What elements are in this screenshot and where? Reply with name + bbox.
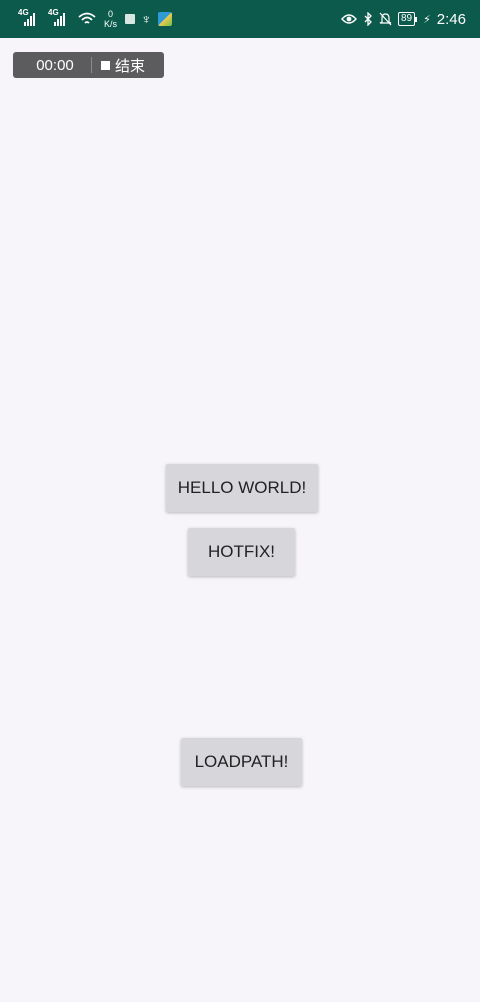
hotfix-button[interactable]: HOTFIX! (188, 528, 295, 576)
stop-icon (101, 60, 110, 70)
hello-world-button[interactable]: HELLO WORLD! (166, 464, 318, 512)
wifi-icon (78, 12, 96, 24)
status-bar: 4G 4G 0 K/s ♆ 89 ⚡ 2:46 (0, 0, 480, 38)
charging-icon: ⚡ (423, 13, 431, 26)
screen-recorder-pill: 00:00 结束 (13, 52, 164, 78)
recording-timer: 00:00 (36, 56, 74, 74)
notification-square-icon (125, 14, 136, 24)
stop-recording-button[interactable]: 结束 (92, 55, 145, 76)
battery-icon: 89 (397, 12, 418, 26)
signal-icon: 4G (18, 8, 42, 28)
network-speed-unit: K/s (104, 19, 118, 29)
stop-recording-label: 结束 (115, 57, 146, 75)
loadpath-button[interactable]: LOADPATH! (181, 738, 302, 786)
status-bar-right: 89 ⚡ 2:46 (341, 0, 466, 38)
network-speed-value: 0 (108, 9, 114, 19)
status-time: 2:46 (436, 10, 466, 28)
usb-icon: ♆ (141, 11, 152, 27)
signal-icon: 4G (48, 8, 72, 28)
eye-icon (341, 14, 357, 24)
bluetooth-icon (364, 12, 372, 26)
bell-off-icon (379, 12, 392, 26)
app-notification-icon (157, 12, 172, 26)
battery-level: 89 (397, 12, 416, 26)
status-bar-left: 4G 4G 0 K/s ♆ (18, 0, 172, 38)
network-speed: 0 K/s (104, 9, 117, 29)
